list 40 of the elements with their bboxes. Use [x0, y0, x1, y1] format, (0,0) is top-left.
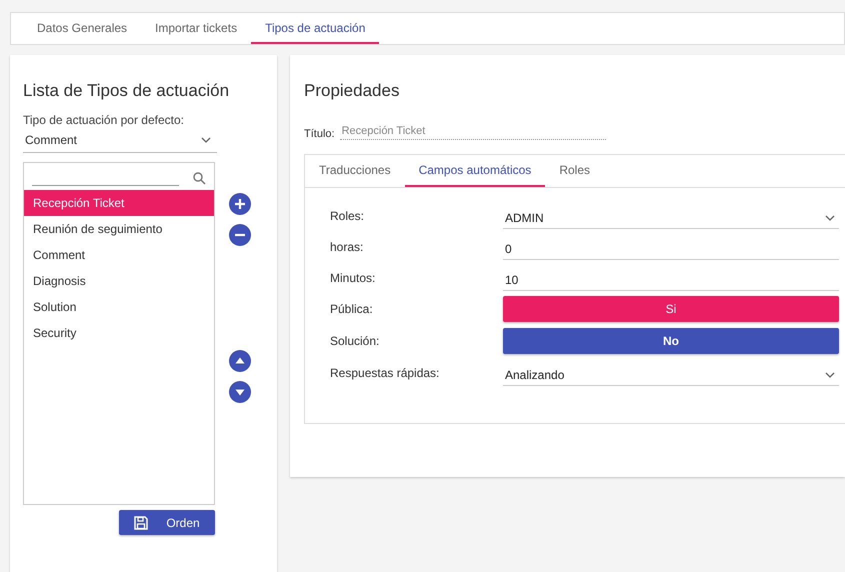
default-type-select[interactable]: Comment [23, 127, 217, 153]
remove-button[interactable] [229, 224, 251, 246]
field-label: Roles: [330, 208, 366, 222]
list-item[interactable]: Comment [24, 242, 214, 268]
tab[interactable]: Tipos de actuación [251, 13, 380, 44]
field-label: Solución: [330, 334, 380, 348]
field-label: Minutos: [330, 270, 376, 284]
field-label: Respuestas rápidas: [330, 366, 440, 380]
list-item[interactable]: Solution [24, 294, 214, 320]
tab[interactable]: Roles [545, 155, 604, 187]
tab[interactable]: Traducciones [305, 155, 405, 187]
field-label: horas: [330, 240, 364, 254]
search-icon[interactable] [193, 172, 206, 185]
list-item[interactable]: Security [24, 320, 214, 346]
tab[interactable]: Datos Generales [23, 13, 142, 44]
list-item[interactable]: Recepción Ticket [24, 190, 214, 216]
order-button[interactable]: Orden [119, 510, 215, 535]
field-label: Tipo de actuación por defecto: [23, 113, 185, 127]
toggle-button[interactable]: No [503, 328, 839, 354]
list-item[interactable]: Reunión de seguimiento [24, 216, 214, 242]
input-field[interactable]: 0 [503, 234, 839, 260]
chevron-down-icon [825, 372, 835, 378]
title-field[interactable]: Recepción Ticket [340, 125, 606, 140]
chevron-down-icon [825, 214, 835, 220]
input-field[interactable]: 10 [503, 264, 839, 290]
field-label: Pública: [330, 302, 374, 316]
add-button[interactable] [229, 193, 251, 215]
chevron-down-icon [201, 137, 211, 143]
list-item[interactable]: Diagnosis [24, 268, 214, 294]
save-icon [134, 516, 148, 530]
tab[interactable]: Campos automáticos [404, 155, 546, 187]
panel-title: Propiedades [304, 81, 400, 101]
select-field[interactable]: Analizando [503, 360, 839, 386]
toggle-button[interactable]: Si [503, 296, 839, 322]
panel-title: Lista de Tipos de actuación [23, 81, 230, 101]
tab[interactable]: Importar tickets [141, 13, 252, 44]
select-field[interactable]: ADMIN [503, 202, 839, 228]
move-down-button[interactable] [229, 381, 251, 403]
field-label: Título: [304, 128, 335, 140]
move-up-button[interactable] [229, 350, 251, 372]
